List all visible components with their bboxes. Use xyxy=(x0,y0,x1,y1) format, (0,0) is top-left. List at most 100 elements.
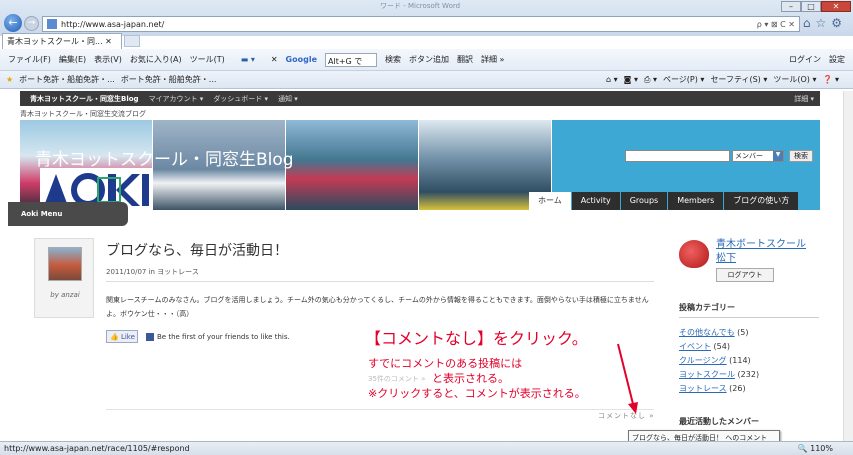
nav-tab-groups[interactable]: Groups xyxy=(620,192,668,210)
chevron-down-icon: ▼ xyxy=(773,151,783,161)
admin-my-account[interactable]: マイアカウント ▾ xyxy=(149,94,204,104)
favorite-link-1[interactable]: ボート免許・船舶免許・... xyxy=(19,74,115,85)
menu-edit[interactable]: 編集(E) xyxy=(59,54,86,65)
nav-tab-activity[interactable]: Activity xyxy=(571,192,620,210)
close-toolbar-icon[interactable]: ✕ xyxy=(271,55,278,64)
browser-tab-active[interactable]: 青木ヨットスクール・同... ✕ xyxy=(2,33,122,49)
author-byline[interactable]: by anzai xyxy=(35,291,95,299)
banner-photo xyxy=(286,120,419,210)
address-url: http://www.asa-japan.net/ xyxy=(61,19,165,29)
annotation-line-3: ※クリックすると、コメントが表示される。 xyxy=(368,387,586,400)
google-search-input[interactable]: Alt+G で xyxy=(325,52,377,67)
category-link[interactable]: クルージング xyxy=(679,356,727,365)
category-item: ヨットスクール (232) xyxy=(679,368,819,382)
admin-notifications[interactable]: 通知 ▾ xyxy=(278,94,298,104)
category-link[interactable]: ヨットスクール xyxy=(679,370,735,379)
divider xyxy=(106,409,654,410)
nav-tab-members[interactable]: Members xyxy=(668,192,724,210)
category-count: (232) xyxy=(737,370,760,379)
menu-favorites[interactable]: お気に入り(A) xyxy=(130,54,182,65)
annotation-arrow-icon xyxy=(617,343,638,414)
comments-count-example: 35件のコメント » xyxy=(368,375,426,383)
member-avatar[interactable] xyxy=(679,240,709,268)
recent-members-heading: 最近活動したメンバー xyxy=(679,417,759,426)
add-button[interactable]: ボタン追加 xyxy=(409,54,449,65)
site-search-button[interactable]: 検索 xyxy=(789,150,813,162)
menu-tools[interactable]: ツール(T) xyxy=(190,54,225,65)
category-item: イベント (54) xyxy=(679,340,819,354)
category-heading: 投稿カテゴリー xyxy=(679,302,819,318)
category-list: その他なんでも (5) イベント (54) クルージング (114) ヨットスク… xyxy=(679,326,819,396)
admin-details[interactable]: 詳細 ▾ xyxy=(794,94,814,104)
annotation-line-1: すでにコメントのある投稿には xyxy=(368,357,523,370)
favorites-star-icon[interactable]: ★ xyxy=(6,75,13,84)
page-menu[interactable]: ページ(P) ▾ xyxy=(663,74,704,85)
author-box: by anzai xyxy=(34,238,94,318)
category-count: (114) xyxy=(729,356,751,365)
sidebar-member-box: 青木ボートスクール 松下 ログアウト xyxy=(679,238,819,290)
post-body: 関東レースチームのみなさん。ブログを活用しましょう。チーム外の気心も分かってくる… xyxy=(106,296,649,318)
new-tab-button[interactable] xyxy=(124,35,140,47)
safety-menu[interactable]: セーフティ(S) ▾ xyxy=(710,74,767,85)
more-button[interactable]: 詳細 » xyxy=(481,54,504,65)
address-tools[interactable]: ρ ▾ ⊠ C ✕ xyxy=(757,20,795,29)
menu-view[interactable]: 表示(V) xyxy=(94,54,122,65)
site-search-input[interactable] xyxy=(625,150,730,162)
member-name-link[interactable]: 青木ボートスクール 松下 xyxy=(716,238,816,266)
facebook-like-text: Be the first of your friends to like thi… xyxy=(146,332,290,341)
aoki-menu-button[interactable]: Aoki Menu xyxy=(8,202,128,226)
toolbar-icon[interactable]: ▬ ▾ xyxy=(241,55,255,64)
login-button[interactable]: ログイン xyxy=(789,54,821,65)
translate-button[interactable]: 翻訳 xyxy=(457,54,473,65)
admin-site-link[interactable]: 青木ヨットスクール・同窓生Blog xyxy=(30,94,139,104)
facebook-like-button[interactable]: 👍 Like xyxy=(106,330,138,343)
status-url: http://www.asa-japan.net/race/1105/#resp… xyxy=(4,444,190,453)
site-favicon-icon xyxy=(47,19,57,29)
category-item: ヨットレース (26) xyxy=(679,382,819,396)
window-controls: – □ ✕ xyxy=(781,0,851,12)
logout-button[interactable]: ログアウト xyxy=(716,268,774,282)
category-link[interactable]: その他なんでも xyxy=(679,328,735,337)
zoom-level[interactable]: 🔍 110% xyxy=(798,444,833,453)
maximize-button[interactable]: □ xyxy=(801,0,821,12)
annotation-headline: 【コメントなし】をクリック。 xyxy=(365,329,588,348)
site-nav-tabs: ホーム Activity Groups Members ブログの使い方 xyxy=(528,192,799,210)
category-item: クルージング (114) xyxy=(679,354,819,368)
help-menu[interactable]: ❓ ▾ xyxy=(822,75,839,84)
favorite-link-2[interactable]: ボート免許・船舶免許・... xyxy=(121,74,217,85)
post-title[interactable]: ブログなら、毎日が活動日！ xyxy=(106,240,288,260)
home-icon[interactable]: ⌂ ▾ xyxy=(606,75,618,84)
close-window-button[interactable]: ✕ xyxy=(821,0,851,12)
facebook-like-row: 👍 Like Be the first of your friends to l… xyxy=(106,330,290,343)
menu-bar: ファイル(F) 編集(E) 表示(V) お気に入り(A) ツール(T) ▬ ▾ … xyxy=(0,49,853,71)
category-count: (5) xyxy=(737,328,749,337)
address-bar[interactable]: http://www.asa-japan.net/ ρ ▾ ⊠ C ✕ xyxy=(42,16,800,32)
category-count: (26) xyxy=(729,384,746,393)
facebook-like-text-label: Be the first of your friends to like thi… xyxy=(157,332,290,341)
search-scope-value: メンバー xyxy=(735,152,763,160)
annotation-line-2: と表示される。 xyxy=(432,372,509,385)
menu-file[interactable]: ファイル(F) xyxy=(8,54,51,65)
page-scrollbar[interactable] xyxy=(843,91,853,441)
google-search-button[interactable]: 検索 xyxy=(385,54,401,65)
back-button[interactable]: ← xyxy=(4,14,22,32)
admin-dashboard[interactable]: ダッシュボード ▾ xyxy=(213,94,268,104)
print-icon[interactable]: ⎙ ▾ xyxy=(644,75,657,85)
rss-icon[interactable]: ◙ ▾ xyxy=(624,75,638,84)
category-link[interactable]: イベント xyxy=(679,342,711,351)
category-item: その他なんでも (5) xyxy=(679,326,819,340)
nav-tab-home[interactable]: ホーム xyxy=(529,192,571,210)
category-count: (54) xyxy=(713,342,730,351)
browser-corner-icons[interactable]: ⌂☆⚙ xyxy=(803,16,847,30)
minimize-button[interactable]: – xyxy=(781,0,801,12)
category-link[interactable]: ヨットレース xyxy=(679,384,727,393)
forward-button[interactable]: → xyxy=(24,16,39,31)
post-date: 2011/10/07 in ヨットレース xyxy=(106,268,199,276)
banner-title[interactable]: 青木ヨットスクール・同窓生Blog xyxy=(35,145,294,170)
settings-button[interactable]: 設定 xyxy=(829,54,845,65)
tools-menu[interactable]: ツール(O) ▾ xyxy=(773,74,816,85)
google-logo: Google xyxy=(285,55,317,64)
nav-tab-howto[interactable]: ブログの使い方 xyxy=(724,192,799,210)
avatar[interactable] xyxy=(48,247,82,281)
search-scope-select[interactable]: メンバー ▼ xyxy=(732,150,784,162)
